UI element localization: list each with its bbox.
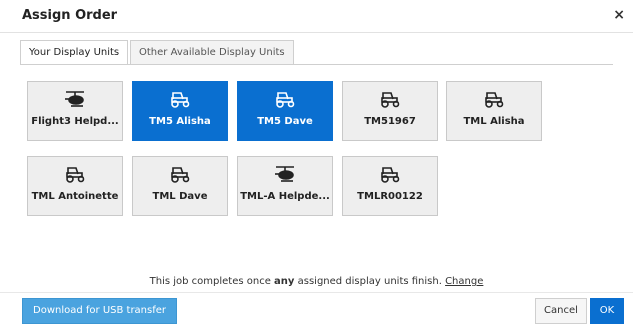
display-unit-label: TM5 Alisha — [149, 116, 211, 127]
tractor-icon — [343, 165, 437, 183]
change-link[interactable]: Change — [445, 276, 483, 287]
tab-other-available-display-units[interactable]: Other Available Display Units — [130, 40, 294, 64]
display-unit-label: TML Alisha — [463, 116, 525, 127]
dialog-title: Assign Order — [22, 8, 118, 23]
status-prefix: This job completes once — [149, 276, 275, 287]
display-unit-label: TM5 Dave — [257, 116, 313, 127]
tractor-icon — [343, 90, 437, 108]
display-unit-tile[interactable]: TML Dave — [132, 156, 228, 216]
footer-divider — [0, 292, 633, 293]
helicopter-icon — [238, 165, 332, 183]
dialog-header: Assign Order × — [0, 0, 633, 33]
display-unit-label: TML Dave — [152, 191, 208, 202]
tab-your-display-units[interactable]: Your Display Units — [20, 40, 129, 65]
tractor-icon — [133, 165, 227, 183]
display-unit-tile[interactable]: TMLR00122 — [342, 156, 438, 216]
display-unit-tile[interactable]: TM5 Alisha — [132, 81, 228, 141]
display-unit-tile[interactable]: Flight3 Helpd... — [27, 81, 123, 141]
close-icon[interactable]: × — [613, 7, 625, 23]
tractor-icon — [133, 90, 227, 108]
assign-order-dialog: Assign Order × Your Display Units Other … — [0, 0, 633, 324]
tractor-icon — [28, 165, 122, 183]
display-unit-tile[interactable]: TML-A Helpde... — [237, 156, 333, 216]
display-unit-label: Flight3 Helpd... — [31, 116, 119, 127]
display-unit-tile[interactable]: TML Alisha — [446, 81, 542, 141]
display-unit-label: TMLR00122 — [357, 191, 423, 202]
status-emphasis: any — [274, 276, 295, 287]
tab-divider — [20, 64, 613, 65]
display-unit-tile[interactable]: TML Antoinette — [27, 156, 123, 216]
completion-rule-text: This job completes once any assigned dis… — [0, 276, 633, 287]
display-unit-tile[interactable]: TM51967 — [342, 81, 438, 141]
display-unit-label: TML Antoinette — [31, 191, 119, 202]
cancel-button[interactable]: Cancel — [535, 298, 587, 324]
ok-button[interactable]: OK — [590, 298, 624, 324]
status-suffix: assigned display units finish. — [294, 276, 446, 287]
tractor-icon — [238, 90, 332, 108]
display-unit-label: TM51967 — [364, 116, 416, 127]
display-unit-label: TML-A Helpde... — [240, 191, 330, 202]
display-unit-tile[interactable]: TM5 Dave — [237, 81, 333, 141]
helicopter-icon — [28, 90, 122, 108]
tractor-icon — [447, 90, 541, 108]
download-usb-button[interactable]: Download for USB transfer — [22, 298, 178, 324]
